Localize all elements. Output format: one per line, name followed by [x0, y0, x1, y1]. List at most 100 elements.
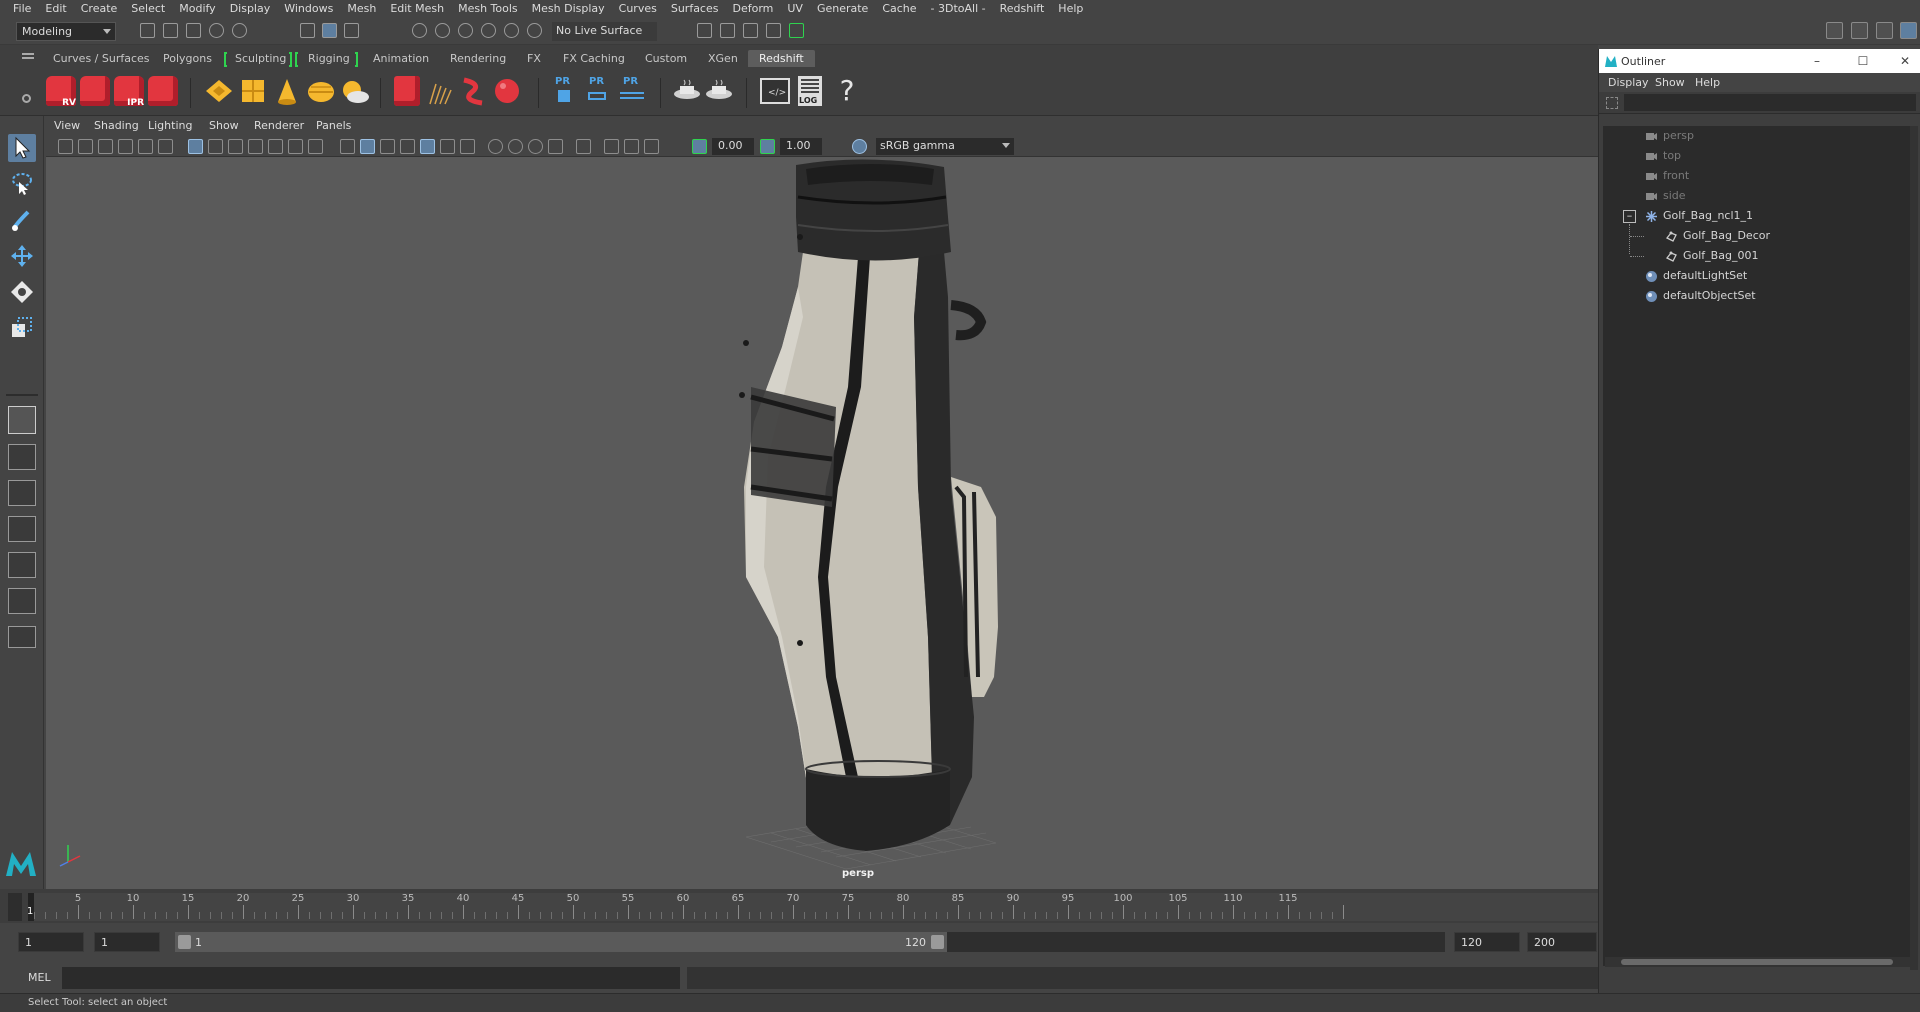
snap-grid-icon[interactable]: [412, 23, 427, 38]
menu-edit-mesh[interactable]: Edit Mesh: [383, 2, 451, 15]
tab-rigging[interactable]: Rigging: [308, 50, 350, 67]
range-slider-fill[interactable]: [175, 932, 947, 952]
outliner-menu-display[interactable]: Display: [1608, 76, 1649, 89]
shelf-settings-gear-icon[interactable]: [22, 94, 31, 103]
vp-menu-view[interactable]: View: [54, 119, 80, 132]
tab-sculpting[interactable]: Sculpting: [235, 50, 286, 67]
2d-pan-zoom-icon[interactable]: [138, 139, 153, 154]
xray-icon[interactable]: [400, 139, 415, 154]
redshift-help-icon[interactable]: ?: [832, 76, 862, 106]
redo-icon[interactable]: [232, 23, 247, 38]
modeling-toolkit-icon[interactable]: [1900, 22, 1917, 39]
outliner-list[interactable]: persp top front side – Golf_Bag_ncl1_1 G…: [1603, 126, 1911, 966]
menu-deform[interactable]: Deform: [725, 2, 780, 15]
redshift-curve-icon[interactable]: [458, 76, 488, 106]
redshift-script-editor-icon[interactable]: </>: [760, 78, 790, 104]
tab-fx[interactable]: FX: [527, 50, 541, 67]
vp-menu-panels[interactable]: Panels: [316, 119, 351, 132]
select-component-icon[interactable]: [344, 23, 359, 38]
outliner-menu-help[interactable]: Help: [1695, 76, 1720, 89]
xray-active-icon[interactable]: [624, 139, 639, 154]
animation-start-field[interactable]: 1: [18, 932, 84, 952]
vp-menu-shading[interactable]: Shading: [94, 119, 139, 132]
textured-icon[interactable]: [420, 139, 435, 154]
script-language-toggle[interactable]: MEL: [28, 971, 51, 984]
persp-graph-layout-icon[interactable]: [8, 516, 36, 542]
paint-select-tool-icon[interactable]: [8, 206, 36, 234]
tab-curves-surfaces[interactable]: Curves / Surfaces: [53, 50, 150, 67]
resolution-gate-icon[interactable]: [228, 139, 243, 154]
redshift-volume-icon[interactable]: [672, 76, 702, 106]
menu-mesh-display[interactable]: Mesh Display: [525, 2, 612, 15]
snap-surface-icon[interactable]: [504, 23, 519, 38]
tool-settings-icon[interactable]: [1851, 22, 1868, 39]
menu-help[interactable]: Help: [1051, 2, 1090, 15]
tab-rendering[interactable]: Rendering: [450, 50, 506, 67]
shadows-icon[interactable]: [460, 139, 475, 154]
gamma-toggle-icon[interactable]: [760, 139, 775, 154]
range-end-handle[interactable]: [931, 935, 944, 949]
vp-menu-show[interactable]: Show: [209, 119, 239, 132]
maximize-icon[interactable]: ☐: [1855, 53, 1871, 69]
outliner-title-bar[interactable]: Outliner – ☐ ✕: [1599, 49, 1920, 73]
time-slider-handle[interactable]: [8, 893, 22, 921]
redshift-log-icon[interactable]: LOG: [798, 76, 822, 106]
persp-outliner-layout-icon[interactable]: [8, 480, 36, 506]
ipr-render-icon[interactable]: [720, 23, 735, 38]
snap-pivot-icon[interactable]: [527, 23, 542, 38]
snap-view-icon[interactable]: [481, 23, 496, 38]
menu-3dtoall[interactable]: - 3DtoAll -: [924, 2, 993, 15]
playback-start-field[interactable]: 1: [94, 932, 160, 952]
menu-edit[interactable]: Edit: [38, 2, 73, 15]
menu-surfaces[interactable]: Surfaces: [664, 2, 726, 15]
redshift-portal-light-icon[interactable]: [238, 76, 268, 106]
use-all-lights-icon[interactable]: [440, 139, 455, 154]
attribute-editor-icon[interactable]: [1826, 22, 1843, 39]
custom-layout-icon[interactable]: [8, 588, 36, 614]
tab-fx-caching[interactable]: FX Caching: [563, 50, 625, 67]
menu-generate[interactable]: Generate: [810, 2, 875, 15]
minimize-icon[interactable]: –: [1809, 53, 1825, 69]
outliner-item-golf-bag-group[interactable]: – Golf_Bag_ncl1_1: [1603, 206, 1911, 226]
perspective-viewport[interactable]: persp: [46, 157, 1598, 889]
menu-select[interactable]: Select: [124, 2, 172, 15]
persp-hypershade-layout-icon[interactable]: [8, 552, 36, 578]
field-chart-icon[interactable]: [268, 139, 283, 154]
vp-menu-renderer[interactable]: Renderer: [254, 119, 304, 132]
outliner-item-default-object-set[interactable]: defaultObjectSet: [1603, 286, 1911, 306]
outliner-vertical-scrollbar[interactable]: [1910, 126, 1918, 970]
tab-polygons[interactable]: Polygons: [163, 50, 212, 67]
redshift-ipr-icon[interactable]: IPR: [114, 76, 144, 108]
redshift-pr-box-icon[interactable]: PR: [550, 76, 576, 106]
scale-tool-icon[interactable]: [8, 314, 36, 342]
color-management-icon[interactable]: [852, 139, 867, 154]
menu-uv[interactable]: UV: [780, 2, 810, 15]
smooth-shade-icon[interactable]: [360, 139, 375, 154]
collapse-layout-icon[interactable]: [8, 626, 36, 648]
collapse-toggle-icon[interactable]: –: [1623, 210, 1636, 223]
lock-camera-icon[interactable]: [78, 139, 93, 154]
live-surface-field[interactable]: No Live Surface: [552, 22, 657, 41]
menu-curves[interactable]: Curves: [612, 2, 664, 15]
menu-mesh-tools[interactable]: Mesh Tools: [451, 2, 525, 15]
menu-windows[interactable]: Windows: [277, 2, 340, 15]
xray-joints-icon[interactable]: [604, 139, 619, 154]
gate-mask-icon[interactable]: [248, 139, 263, 154]
outliner-item-persp[interactable]: persp: [1603, 126, 1911, 146]
grease-pencil-icon[interactable]: [158, 139, 173, 154]
outliner-item-default-light-set[interactable]: defaultLightSet: [1603, 266, 1911, 286]
wireframe-on-shaded-icon[interactable]: [380, 139, 395, 154]
redshift-hair-icon[interactable]: [426, 76, 456, 106]
undo-icon[interactable]: [209, 23, 224, 38]
time-ruler[interactable]: 1 5 10 15 20 25 30 35 40 45 50 55 60 65 70 75 80 85 90 95 1…: [27, 893, 1598, 921]
outliner-search-input[interactable]: [1624, 94, 1916, 111]
motion-blur-icon[interactable]: [508, 139, 523, 154]
scrollbar-thumb[interactable]: [1621, 959, 1893, 965]
frame-all-icon[interactable]: [644, 139, 659, 154]
lasso-tool-icon[interactable]: [8, 170, 36, 198]
select-hierarchy-icon[interactable]: [300, 23, 315, 38]
tab-xgen[interactable]: XGen: [708, 50, 738, 67]
menu-mesh[interactable]: Mesh: [340, 2, 383, 15]
redshift-environment-icon[interactable]: [704, 76, 734, 106]
menu-redshift[interactable]: Redshift: [993, 2, 1052, 15]
